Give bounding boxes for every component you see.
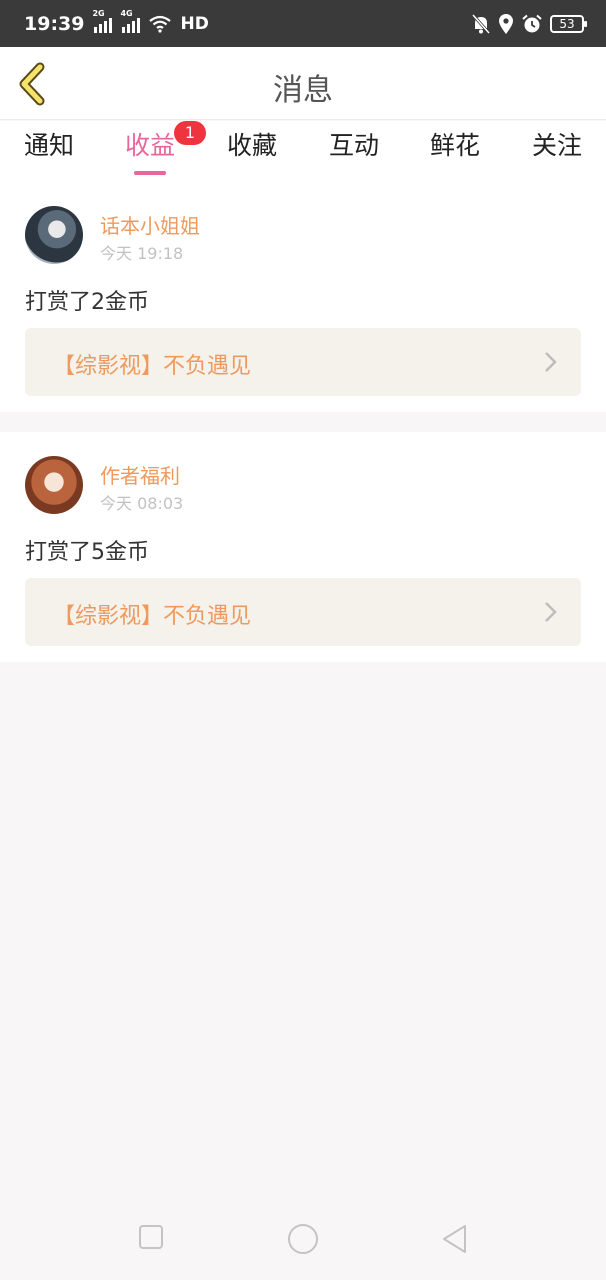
book-link[interactable]: 【综影视】不负遇见: [25, 578, 581, 646]
chevron-right-icon: [545, 352, 557, 372]
location-icon: [499, 13, 513, 34]
book-title: 【综影视】不负遇见: [53, 604, 252, 629]
system-nav-bar: [0, 1200, 606, 1280]
book-link[interactable]: 【综影视】不负遇见: [25, 328, 581, 396]
sender-name[interactable]: 作者福利: [100, 460, 180, 489]
tab-notice[interactable]: 通知: [9, 129, 89, 175]
tab-interaction[interactable]: 互动: [314, 129, 394, 175]
tab-favorites[interactable]: 收藏: [212, 129, 292, 175]
wifi-icon: [149, 15, 172, 33]
header-bar: 消息: [0, 47, 606, 120]
status-time: 19:39: [24, 12, 85, 35]
alarm-icon: [522, 14, 542, 32]
mute-bell-icon: [472, 13, 490, 34]
recent-apps-icon[interactable]: [138, 1224, 164, 1250]
tab-following[interactable]: 关注: [517, 129, 597, 175]
unread-badge: 1: [174, 121, 206, 145]
message-time: 今天 08:03: [100, 494, 184, 513]
signal-4g-icon: 4G: [120, 9, 141, 33]
battery-icon: 53: [550, 14, 587, 33]
signal-2g-icon: 2G: [92, 9, 113, 33]
message-text: 打赏了5金币: [25, 540, 149, 565]
message-time: 今天 19:18: [100, 244, 184, 263]
active-tab-indicator: [134, 171, 166, 175]
chevron-right-icon: [545, 602, 557, 622]
tab-earnings[interactable]: 收益 1: [110, 121, 206, 175]
back-nav-icon[interactable]: [441, 1224, 469, 1254]
home-icon[interactable]: [287, 1223, 319, 1255]
page-title: 消息: [273, 73, 333, 108]
avatar[interactable]: [25, 206, 83, 264]
book-title: 【综影视】不负遇见: [53, 354, 252, 379]
tab-bar: 通知 收益 1 收藏 互动 鲜花 关注: [0, 121, 606, 183]
message-card: 作者福利 今天 08:03 打赏了5金币 【综影视】不负遇见: [0, 432, 606, 662]
tab-flowers[interactable]: 鲜花: [415, 129, 495, 175]
sender-name[interactable]: 话本小姐姐: [100, 210, 200, 239]
avatar[interactable]: [25, 456, 83, 514]
hd-indicator: HD: [180, 13, 209, 34]
message-card: 话本小姐姐 今天 19:18 打赏了2金币 【综影视】不负遇见: [0, 182, 606, 412]
status-bar: 19:39 2G 4G HD 53: [0, 0, 606, 47]
message-text: 打赏了2金币: [25, 290, 149, 315]
